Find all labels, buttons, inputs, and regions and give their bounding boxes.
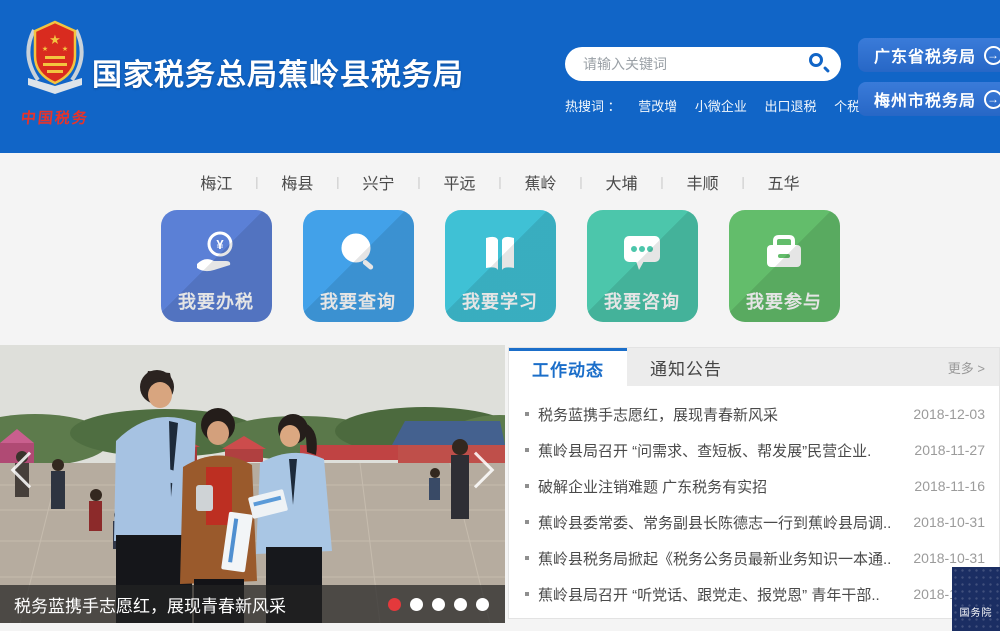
carousel-caption-band: 税务蓝携手志愿红，展现青春新风采 bbox=[0, 585, 505, 623]
page: ★ ★ ★ 中国税务 国家税务总局蕉岭县税务局 热搜词 ： 营改增 小微企业 出… bbox=[0, 0, 1000, 631]
hot-word-link[interactable]: 个税 bbox=[834, 99, 860, 114]
hot-word-link[interactable]: 营改增 bbox=[638, 99, 677, 114]
news-item-date: 2018-10-31 bbox=[903, 550, 985, 566]
news-item[interactable]: 蕉岭县局召开 “听党话、跟党走、报党恩” 青年干部.. 2018-10-31 bbox=[523, 576, 985, 612]
carousel-dot[interactable] bbox=[476, 598, 489, 611]
arrow-circle-icon: → bbox=[984, 90, 1000, 109]
service-label: 我要咨询 bbox=[587, 288, 698, 314]
hot-search-row: 热搜词 ： 营改增 小微企业 出口退税 个税 bbox=[565, 96, 874, 115]
service-label: 我要查询 bbox=[303, 288, 414, 314]
hand-coin-icon: ¥ bbox=[161, 210, 272, 284]
news-list: 税务蓝携手志愿红，展现青春新风采 2018-12-03 蕉岭县局召开 “问需求、… bbox=[509, 386, 999, 612]
hot-search-label: 热搜词 ： bbox=[565, 99, 621, 114]
service-label: 我要学习 bbox=[445, 288, 556, 314]
news-item[interactable]: 税务蓝携手志愿红，展现青春新风采 2018-12-03 bbox=[523, 396, 985, 432]
bullet-icon bbox=[525, 412, 529, 416]
tax-emblem-icon: ★ ★ ★ bbox=[22, 18, 88, 100]
news-panel: 工作动态 通知公告 更多 > 税务蓝携手志愿红，展现青春新风采 2018-12-… bbox=[508, 347, 1000, 619]
service-button-consult[interactable]: 我要咨询 bbox=[587, 210, 698, 322]
nav-separator: 丨 bbox=[729, 173, 758, 192]
city-nav-item-jiaoling[interactable]: 蕉岭 bbox=[515, 167, 567, 197]
news-item-date: 2018-11-16 bbox=[904, 478, 985, 494]
nav-separator: 丨 bbox=[323, 173, 352, 192]
news-item[interactable]: 蕉岭县税务局掀起《税务公务员最新业务知识一本通.. 2018-10-31 bbox=[523, 540, 985, 576]
search-input[interactable] bbox=[565, 56, 801, 72]
news-carousel: 税务蓝携手志愿红，展现青春新风采 bbox=[0, 345, 505, 623]
city-nav: 梅江 丨 梅县 丨 兴宁 丨 平远 丨 蕉岭 丨 大埔 丨 丰顺 丨 五华 bbox=[0, 167, 1000, 197]
news-item[interactable]: 破解企业注销难题 广东税务有实招 2018-11-16 bbox=[523, 468, 985, 504]
city-nav-item-pingyuan[interactable]: 平远 bbox=[433, 167, 485, 197]
carousel-photo bbox=[0, 345, 505, 623]
news-tabbar: 工作动态 通知公告 更多 > bbox=[509, 348, 999, 386]
nav-separator: 丨 bbox=[242, 173, 271, 192]
bullet-icon bbox=[525, 556, 529, 560]
nav-separator: 丨 bbox=[648, 173, 677, 192]
city-nav-item-wuhua[interactable]: 五华 bbox=[758, 167, 810, 197]
logo-caption: 中国税务 bbox=[15, 107, 95, 128]
chat-bubble-icon bbox=[587, 210, 698, 284]
svg-text:¥: ¥ bbox=[216, 237, 224, 252]
nav-separator: 丨 bbox=[567, 173, 596, 192]
search-button[interactable] bbox=[801, 47, 841, 81]
news-item[interactable]: 蕉岭县局召开 “问需求、查短板、帮发展”民营企业. 2018-11-27 bbox=[523, 432, 985, 468]
city-nav-item-meijiang[interactable]: 梅江 bbox=[190, 167, 242, 197]
hot-word-link[interactable]: 小微企业 bbox=[695, 99, 747, 114]
svg-text:★: ★ bbox=[42, 45, 48, 53]
city-nav-item-meixian[interactable]: 梅县 bbox=[271, 167, 323, 197]
service-button-participate[interactable]: 我要参与 bbox=[729, 210, 840, 322]
search-icon bbox=[809, 53, 823, 67]
search-bar[interactable] bbox=[565, 47, 841, 81]
more-link[interactable]: 更多 > bbox=[948, 348, 999, 386]
service-label: 我要参与 bbox=[729, 288, 840, 314]
carousel-dot[interactable] bbox=[410, 598, 423, 611]
page-title: 国家税务总局蕉岭县税务局 bbox=[92, 50, 464, 94]
svg-text:★: ★ bbox=[62, 45, 68, 53]
bullet-icon bbox=[525, 448, 529, 452]
city-nav-item-dabu[interactable]: 大埔 bbox=[596, 167, 648, 197]
guangdong-tax-bureau-button[interactable]: 广东省税务局 → bbox=[858, 38, 1000, 72]
news-item-title[interactable]: 蕉岭县委常委、常务副县长陈德志一行到蕉岭县局调.. bbox=[538, 512, 903, 533]
hot-word-link[interactable]: 出口退税 bbox=[765, 99, 817, 114]
news-item-date: 2018-10-31 bbox=[903, 514, 985, 530]
carousel-caption: 税务蓝携手志愿红，展现青春新风采 bbox=[0, 592, 388, 617]
news-item-title[interactable]: 蕉岭县局召开 “听党话、跟党走、报党恩” 青年干部.. bbox=[538, 584, 903, 605]
bullet-icon bbox=[525, 484, 529, 488]
float-widget-label: 国务院 bbox=[952, 604, 1000, 619]
quick-link-label: 梅州市税务局 bbox=[874, 87, 976, 111]
site-header: ★ ★ ★ 中国税务 国家税务总局蕉岭县税务局 热搜词 ： 营改增 小微企业 出… bbox=[0, 0, 1000, 153]
svg-text:★: ★ bbox=[49, 32, 61, 47]
news-item-title[interactable]: 税务蓝携手志愿红，展现青春新风采 bbox=[538, 404, 903, 425]
carousel-dot[interactable] bbox=[454, 598, 467, 611]
news-item[interactable]: 蕉岭县委常委、常务副县长陈德志一行到蕉岭县局调.. 2018-10-31 bbox=[523, 504, 985, 540]
bullet-icon bbox=[525, 592, 529, 596]
news-item-date: 2018-11-27 bbox=[904, 442, 985, 458]
service-label: 我要办税 bbox=[161, 288, 272, 314]
news-item-title[interactable]: 破解企业注销难题 广东税务有实招 bbox=[538, 476, 904, 497]
meizhou-tax-bureau-button[interactable]: 梅州市税务局 → bbox=[858, 82, 1000, 116]
service-buttons-row: ¥ 我要办税 我要查询 我要 bbox=[0, 210, 1000, 322]
carousel-dot[interactable] bbox=[432, 598, 445, 611]
site-logo: ★ ★ ★ 中国税务 bbox=[16, 18, 94, 128]
state-council-float-widget[interactable]: 国务院 bbox=[952, 567, 1000, 631]
news-item-date: 2018-12-03 bbox=[903, 406, 985, 422]
carousel-dots bbox=[388, 598, 505, 611]
bullet-icon bbox=[525, 520, 529, 524]
news-item-title[interactable]: 蕉岭县税务局掀起《税务公务员最新业务知识一本通.. bbox=[538, 548, 903, 569]
quick-link-label: 广东省税务局 bbox=[874, 43, 976, 67]
news-item-title[interactable]: 蕉岭县局召开 “问需求、查短板、帮发展”民营企业. bbox=[538, 440, 904, 461]
tab-notices[interactable]: 通知公告 bbox=[627, 348, 745, 386]
city-nav-item-fengshun[interactable]: 丰顺 bbox=[677, 167, 729, 197]
service-button-inquiry[interactable]: 我要查询 bbox=[303, 210, 414, 322]
city-nav-item-xingning[interactable]: 兴宁 bbox=[352, 167, 404, 197]
arrow-circle-icon: → bbox=[984, 46, 1000, 65]
tab-work-trends[interactable]: 工作动态 bbox=[509, 348, 627, 386]
service-button-learn[interactable]: 我要学习 bbox=[445, 210, 556, 322]
nav-separator: 丨 bbox=[485, 173, 514, 192]
basket-icon bbox=[729, 210, 840, 284]
nav-separator: 丨 bbox=[404, 173, 433, 192]
magnifier-icon bbox=[303, 210, 414, 284]
service-button-pay-tax[interactable]: ¥ 我要办税 bbox=[161, 210, 272, 322]
open-book-icon bbox=[445, 210, 556, 284]
carousel-dot[interactable] bbox=[388, 598, 401, 611]
